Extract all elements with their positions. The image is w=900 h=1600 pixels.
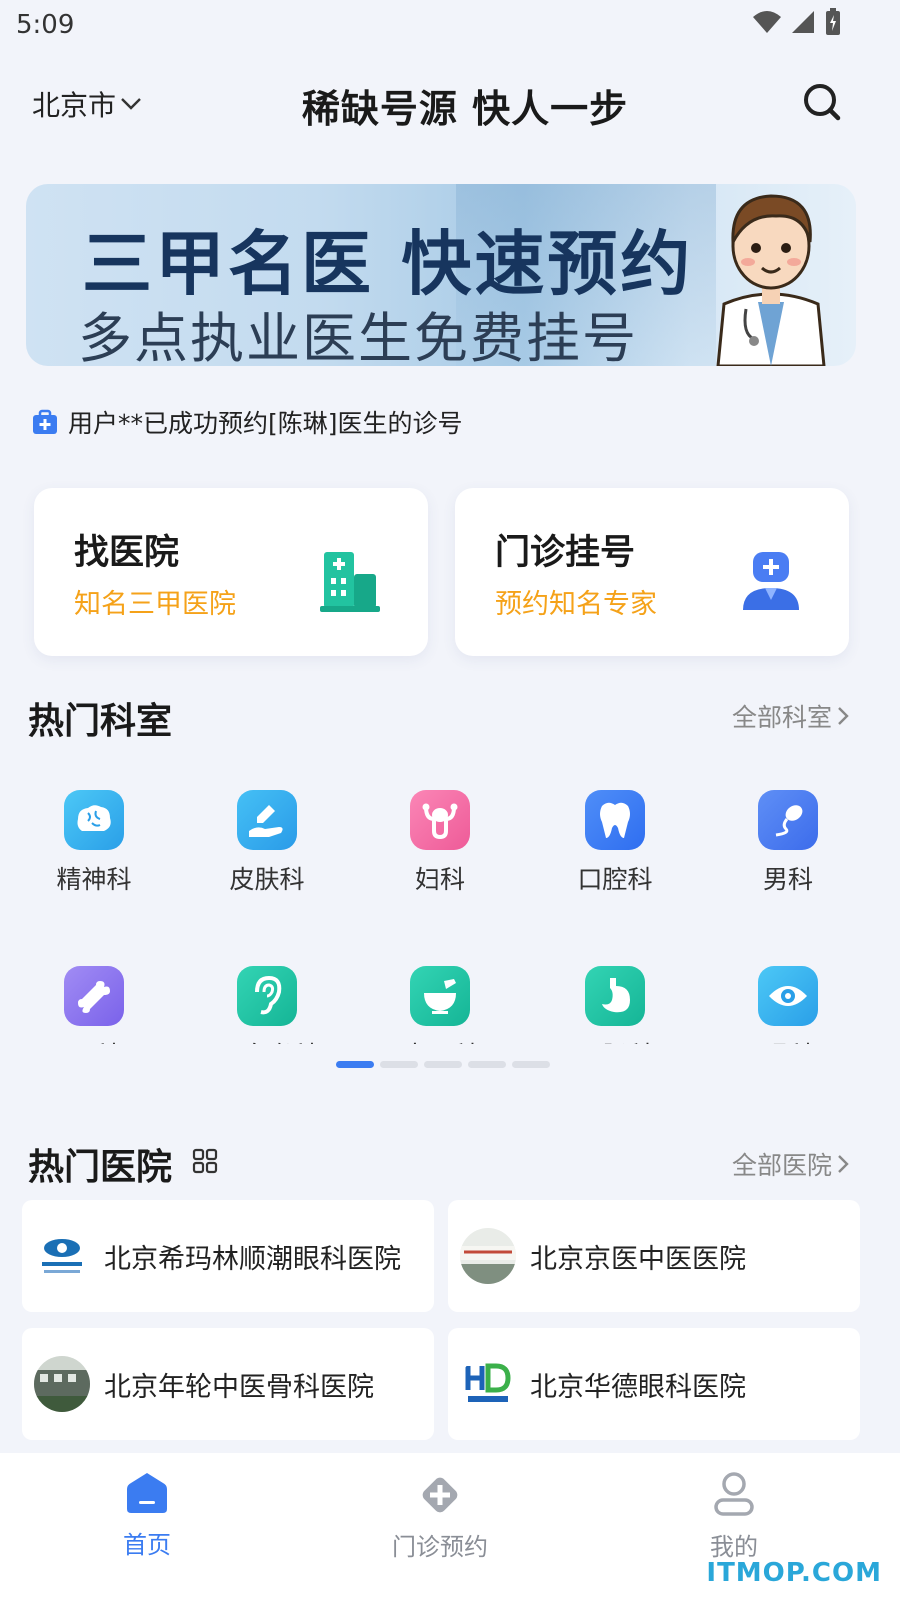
- pager-dot[interactable]: [380, 1061, 418, 1068]
- doctor-illustration-icon: [716, 194, 826, 366]
- dept-label: 胃肠科: [545, 1036, 685, 1044]
- tooth-icon: [585, 790, 645, 850]
- uterus-icon: [410, 790, 470, 850]
- card-title: 找医院: [74, 533, 180, 573]
- outpatient-register-card[interactable]: 门诊挂号 预约知名专家: [455, 488, 849, 656]
- pager-dot[interactable]: [424, 1061, 462, 1068]
- dept-ophthalmology[interactable]: 眼科: [718, 966, 858, 1044]
- dept-label: 中医科: [370, 1036, 510, 1044]
- pager-dot[interactable]: [336, 1061, 374, 1068]
- dept-dental[interactable]: 口腔科: [545, 790, 685, 896]
- search-button[interactable]: [800, 80, 844, 124]
- page-title: 稀缺号源 快人一步: [301, 87, 629, 131]
- nav-appointment[interactable]: 门诊预约: [350, 1473, 530, 1562]
- dept-label: 精神科: [56, 865, 132, 894]
- chevron-right-icon: [838, 707, 849, 725]
- hospital-name: 北京京医中医医院: [530, 1243, 746, 1275]
- sperm-icon: [758, 790, 818, 850]
- user-icon: [714, 1472, 754, 1516]
- eye-icon: [758, 966, 818, 1026]
- dept-psychiatry[interactable]: 精神科: [24, 790, 164, 896]
- brain-icon: [64, 790, 124, 850]
- dept-gynecology[interactable]: 妇科: [370, 790, 510, 896]
- hospital-logo-icon: [34, 1228, 90, 1284]
- bone-icon: [64, 966, 124, 1026]
- mortar-icon: [410, 966, 470, 1026]
- pager-dot[interactable]: [468, 1061, 506, 1068]
- medical-kit-icon: [33, 409, 57, 434]
- nav-profile[interactable]: 我的: [644, 1471, 824, 1562]
- departments-row-2: 骨科 耳鼻喉科 中医科 胃肠科 眼科: [0, 950, 900, 1044]
- doctor-icon: [743, 552, 799, 610]
- departments-title: 热门科室: [28, 701, 173, 742]
- card-title: 门诊挂号: [495, 533, 636, 573]
- search-icon: [804, 84, 841, 121]
- dept-label: 眼科: [718, 1036, 858, 1044]
- card-subtitle: 知名三甲医院: [74, 589, 236, 620]
- hospital-card[interactable]: 北京京医中医医院: [448, 1200, 860, 1312]
- hospital-card[interactable]: 北京年轮中医骨科医院: [22, 1328, 434, 1440]
- chevron-right-icon: [838, 1155, 849, 1173]
- all-hospitals-link[interactable]: 全部医院: [732, 1146, 850, 1182]
- watermark: ITMOP.COM: [706, 1558, 882, 1588]
- signal-icon: [792, 11, 814, 33]
- hospitals-title: 热门医院: [28, 1147, 173, 1188]
- nav-label: 门诊预约: [392, 1533, 488, 1561]
- wifi-icon: [753, 11, 781, 33]
- ear-icon: [237, 966, 297, 1026]
- booking-notice: 用户**已成功预约[陈琳]医生的诊号: [32, 404, 463, 440]
- hospital-card[interactable]: 北京希玛林顺潮眼科医院: [22, 1200, 434, 1312]
- dept-tcm[interactable]: 中医科: [370, 966, 510, 1044]
- dept-label: 男科: [762, 865, 813, 894]
- medical-cross-icon: [422, 1477, 458, 1513]
- dept-label: 耳鼻喉科: [197, 1036, 337, 1044]
- status-time: 5:09: [16, 10, 75, 40]
- hospital-building-icon: [320, 552, 380, 612]
- nav-label: 首页: [123, 1531, 171, 1559]
- dept-dermatology[interactable]: 皮肤科: [197, 790, 337, 896]
- dept-orthopedics[interactable]: 骨科: [24, 966, 164, 1044]
- hospital-name: 北京华德眼科医院: [530, 1371, 746, 1403]
- grid-icon[interactable]: [192, 1148, 218, 1174]
- dept-label: 口腔科: [577, 865, 653, 894]
- dept-label: 皮肤科: [229, 865, 305, 894]
- dept-ent[interactable]: 耳鼻喉科: [197, 966, 337, 1044]
- nav-label: 我的: [710, 1533, 758, 1561]
- pager-dot[interactable]: [512, 1061, 550, 1068]
- hospital-name: 北京希玛林顺潮眼科医院: [104, 1243, 401, 1275]
- dept-gastro[interactable]: 胃肠科: [545, 966, 685, 1044]
- hospital-name: 北京年轮中医骨科医院: [104, 1371, 374, 1403]
- banner-subline: 多点执业医生免费挂号: [78, 307, 638, 366]
- dept-label: 妇科: [414, 865, 465, 894]
- stomach-icon: [585, 966, 645, 1026]
- promo-banner[interactable]: 三甲名医 快速预约 多点执业医生免费挂号: [26, 184, 856, 366]
- all-departments-label: 全部科室: [732, 703, 833, 732]
- nav-home[interactable]: 首页: [57, 1471, 237, 1560]
- all-departments-link[interactable]: 全部科室: [732, 698, 850, 734]
- hospital-card[interactable]: 北京华德眼科医院: [448, 1328, 860, 1440]
- notice-text: 用户**已成功预约[陈琳]医生的诊号: [68, 409, 463, 438]
- all-hospitals-label: 全部医院: [732, 1151, 833, 1180]
- dept-andrology[interactable]: 男科: [718, 790, 858, 896]
- dept-label: 骨科: [24, 1036, 164, 1044]
- skin-icon: [237, 790, 297, 850]
- hospital-logo-icon: [460, 1228, 516, 1284]
- battery-icon: [826, 8, 840, 35]
- hospital-logo-icon: [34, 1356, 90, 1412]
- department-pager: [336, 1061, 550, 1068]
- home-icon: [127, 1473, 167, 1513]
- hospital-logo-icon: [460, 1356, 516, 1412]
- status-icons: [752, 8, 842, 36]
- card-subtitle: 预约知名专家: [495, 589, 657, 620]
- bottom-nav: 首页 门诊预约 我的 ITMOP.COM: [0, 1453, 900, 1600]
- find-hospital-card[interactable]: 找医院 知名三甲医院: [34, 488, 428, 656]
